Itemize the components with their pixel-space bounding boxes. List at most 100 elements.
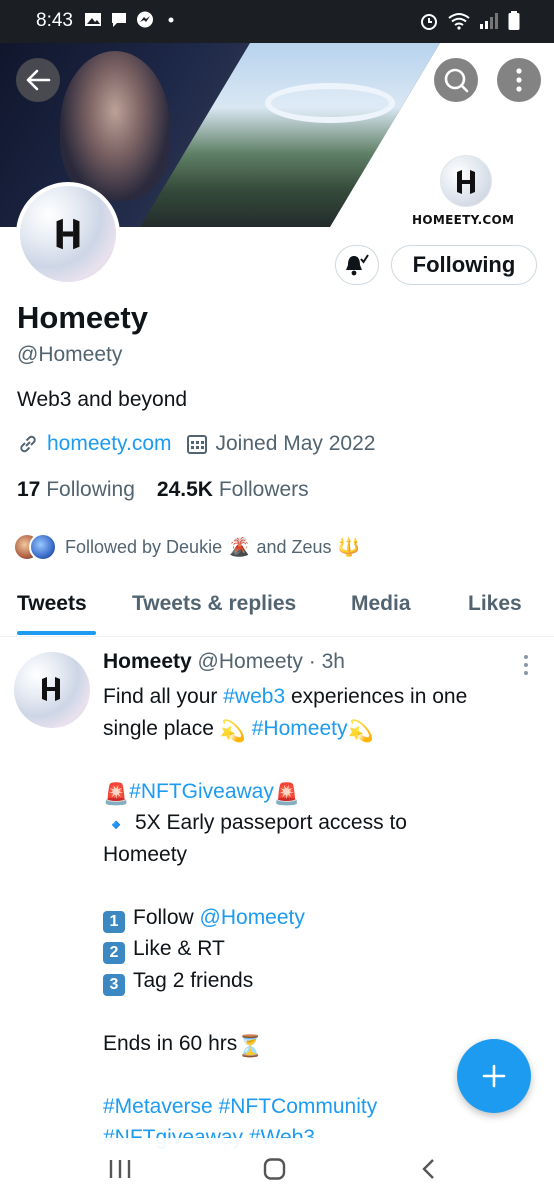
tweet-text-segment: single place bbox=[103, 716, 214, 740]
dot-icon bbox=[168, 17, 174, 23]
tweet-text-segment: Tag 2 friends bbox=[133, 968, 254, 992]
banner-brand-text: HOMEETY.COM bbox=[412, 213, 515, 227]
more-options-button[interactable] bbox=[497, 58, 541, 102]
tweet-author-name[interactable]: Homeety bbox=[103, 650, 192, 673]
link-icon bbox=[20, 435, 36, 453]
status-time: 8:43 bbox=[36, 10, 73, 31]
messenger-icon bbox=[137, 11, 153, 28]
dizzy-emoji: 💫 bbox=[219, 719, 246, 743]
back-arrow-icon bbox=[26, 69, 51, 91]
battery-icon bbox=[508, 11, 520, 30]
tweet-line: 🚨#NFTGiveaway🚨 bbox=[103, 776, 543, 808]
tab-tweets-replies[interactable]: Tweets & replies bbox=[132, 592, 296, 616]
homeety-logo-icon bbox=[457, 170, 475, 194]
banner-portrait bbox=[60, 51, 170, 201]
tweet-line: single place 💫 #Homeety💫 bbox=[103, 713, 543, 745]
following-button[interactable]: Following bbox=[391, 245, 537, 285]
blue-diamond-emoji: 🔹 bbox=[103, 814, 130, 837]
website-link[interactable]: homeety.com bbox=[47, 432, 172, 456]
back-nav-icon[interactable] bbox=[420, 1158, 438, 1180]
followers-label: Followers bbox=[218, 478, 309, 501]
recent-apps-icon[interactable] bbox=[108, 1158, 132, 1180]
tweet-text-segment: 5X Early passeport access to bbox=[135, 811, 407, 834]
volcano-emoji: 🌋 bbox=[228, 536, 251, 557]
active-tab-indicator bbox=[17, 631, 96, 635]
tweet-line: 1 Follow @Homeety bbox=[103, 902, 543, 934]
back-button[interactable] bbox=[16, 58, 60, 102]
tweet-time[interactable]: 3h bbox=[322, 650, 345, 673]
profile-avatar[interactable] bbox=[16, 182, 120, 286]
mention-link[interactable]: @Homeety bbox=[200, 906, 305, 929]
tweet-line: 2 Like & RT bbox=[103, 933, 543, 965]
tweet-time-separator: · bbox=[308, 650, 316, 673]
profile-bio: Web3 and beyond bbox=[17, 388, 188, 411]
calendar-icon bbox=[186, 435, 207, 454]
system-navigation-bar bbox=[0, 1138, 554, 1200]
hashtag-link[interactable]: #Homeety bbox=[252, 717, 348, 740]
following-count: 17 bbox=[17, 478, 41, 501]
trident-emoji: 🔱 bbox=[337, 536, 360, 557]
keycap-2-emoji: 2 bbox=[103, 942, 125, 964]
compose-tweet-button[interactable] bbox=[457, 1039, 531, 1113]
tab-media[interactable]: Media bbox=[351, 592, 411, 616]
message-icon bbox=[112, 13, 126, 27]
dizzy-emoji: 💫 bbox=[347, 719, 374, 743]
hourglass-emoji: ⏳ bbox=[237, 1034, 264, 1058]
hashtag-link[interactable]: #NFTGiveaway bbox=[129, 780, 274, 803]
tweet-more-icon[interactable] bbox=[522, 654, 530, 676]
home-icon[interactable] bbox=[263, 1158, 287, 1180]
homeety-logo-icon bbox=[42, 677, 60, 701]
profile-tabs: Tweets Tweets & replies Media Likes bbox=[0, 582, 554, 637]
following-count-link[interactable]: 17 Following bbox=[17, 478, 135, 502]
followed-by-prefix: Followed by Deukie bbox=[65, 536, 223, 557]
notification-icons bbox=[84, 11, 180, 28]
homeety-logo-icon bbox=[56, 218, 80, 250]
notification-bell-button[interactable] bbox=[335, 245, 379, 285]
display-name: Homeety bbox=[17, 300, 148, 335]
following-label: Following bbox=[46, 478, 135, 501]
tweet-text-segment: Find all your bbox=[103, 685, 218, 708]
siren-emoji: 🚨 bbox=[103, 782, 130, 806]
follower-avatar-zeus bbox=[29, 533, 57, 561]
search-button[interactable] bbox=[434, 58, 478, 102]
system-icons bbox=[419, 11, 520, 31]
search-icon bbox=[444, 68, 469, 93]
alarm-icon bbox=[421, 14, 437, 30]
tweet-text-segment: Follow bbox=[133, 905, 194, 929]
followers-count-link[interactable]: 24.5K Followers bbox=[157, 478, 309, 502]
keycap-3-emoji: 3 bbox=[103, 973, 125, 996]
tweet-line: Find all your #web3 experiences in one bbox=[103, 681, 543, 713]
compose-plus-icon bbox=[482, 1064, 506, 1088]
profile-meta: homeety.com Joined May 2022 bbox=[17, 432, 375, 456]
tweet-text-segment: experiences in one bbox=[290, 685, 468, 708]
banner-dome-structure bbox=[265, 83, 395, 123]
wifi-icon bbox=[448, 13, 470, 30]
tab-tweets[interactable]: Tweets bbox=[17, 592, 87, 616]
hashtag-link[interactable]: #web3 bbox=[223, 685, 285, 708]
tweet-author-avatar[interactable] bbox=[14, 652, 90, 728]
gallery-icon bbox=[85, 13, 101, 26]
siren-emoji: 🚨 bbox=[273, 782, 301, 806]
tab-likes[interactable]: Likes bbox=[468, 592, 522, 616]
tweet-text-segment: Homeety bbox=[103, 842, 188, 866]
tweet-text-segment: Like & RT bbox=[133, 937, 225, 960]
tweet-author-handle[interactable]: @Homeety bbox=[198, 650, 303, 673]
tweet-text-segment: Ends in 60 hrs bbox=[103, 1031, 238, 1055]
more-vertical-icon bbox=[516, 68, 522, 92]
keycap-1-emoji: 1 bbox=[103, 910, 125, 933]
tweet-header: Homeety @Homeety · 3h bbox=[103, 650, 345, 674]
signal-icon bbox=[480, 13, 498, 29]
banner-logo bbox=[440, 155, 492, 207]
tweet-line: 🔹 5X Early passeport access to bbox=[103, 807, 543, 839]
follow-counts: 17 Following 24.5K Followers bbox=[17, 478, 309, 502]
avatar-image bbox=[20, 186, 116, 282]
followers-count: 24.5K bbox=[156, 478, 213, 501]
followed-by-row[interactable]: Followed by Deukie 🌋 and Zeus 🔱 bbox=[13, 533, 360, 561]
joined-date: Joined May 2022 bbox=[215, 432, 376, 455]
status-bar: 8:43 bbox=[0, 0, 554, 43]
tweet-line: Homeety bbox=[103, 839, 543, 871]
followed-by-mid: and Zeus bbox=[256, 536, 332, 557]
